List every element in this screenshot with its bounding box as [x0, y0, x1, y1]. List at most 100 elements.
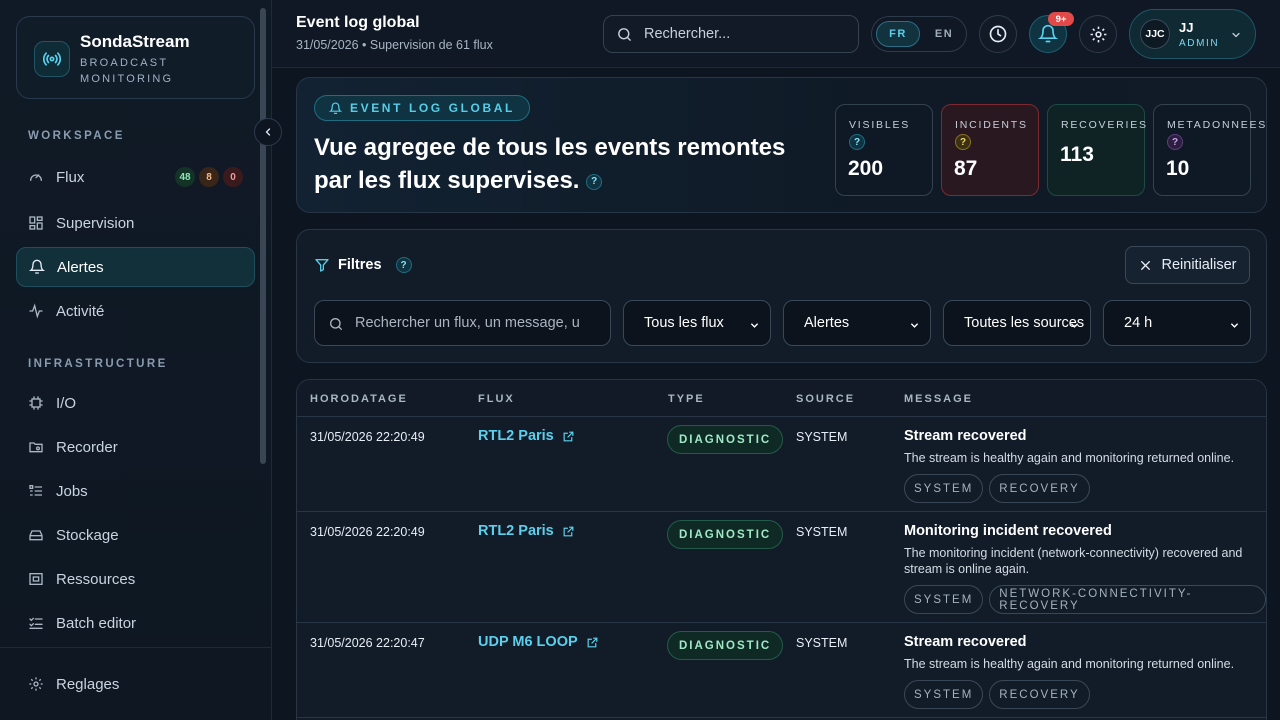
column-header-message[interactable]: MESSAGE	[904, 393, 973, 405]
help-icon[interactable]: ?	[395, 257, 412, 273]
flux-select[interactable]: Tous les flux	[623, 300, 771, 346]
hero-title-text: Vue agregee de tous les events remontes …	[314, 134, 786, 194]
flux-ok-badge: 48	[175, 167, 195, 187]
close-icon	[1140, 260, 1150, 270]
sidebar-item-jobs[interactable]: Jobs	[16, 471, 255, 511]
brand-name: SondaStream	[80, 32, 190, 51]
chevron-down-icon	[909, 319, 920, 335]
sidebar-item-activite[interactable]: Activité	[16, 291, 255, 331]
flux-link[interactable]: RTL2 Paris	[478, 428, 575, 444]
user-menu-button[interactable]: JJC JJ ADMIN	[1129, 9, 1256, 59]
sidebar-item-label: I/O	[56, 394, 77, 412]
message-tags: SYSTEM NETWORK-CONNECTIVITY-RECOVERY	[904, 585, 1266, 614]
sidebar-item-reglages[interactable]: Reglages	[16, 664, 255, 704]
help-icon[interactable]: ?	[1167, 134, 1183, 150]
chevron-down-icon	[749, 319, 760, 335]
flux-link-label: RTL2 Paris	[478, 428, 554, 444]
source-select[interactable]: Toutes les sources	[943, 300, 1091, 346]
list-icon	[28, 483, 44, 499]
sidebar-item-stockage[interactable]: Stockage	[16, 515, 255, 555]
flux-warn-badge: 8	[199, 167, 219, 187]
column-header-flux[interactable]: FLUX	[478, 393, 515, 405]
column-header-source[interactable]: SOURCE	[796, 393, 855, 405]
period-select[interactable]: 24 h	[1103, 300, 1251, 346]
page-subtitle: 31/05/2026 • Supervision de 61 flux	[296, 38, 493, 52]
flux-link-label: RTL2 Paris	[478, 523, 554, 539]
help-icon[interactable]: ?	[586, 173, 603, 190]
sidebar-item-ressources[interactable]: Ressources	[16, 559, 255, 599]
filter-search-input[interactable]: Rechercher un flux, un message, u	[314, 300, 611, 346]
section-title-infrastructure: INFRASTRUCTURE	[28, 358, 168, 370]
sidebar-scrollbar[interactable]	[260, 8, 266, 464]
bell-icon	[1038, 24, 1058, 43]
filter-icon	[315, 259, 329, 272]
stat-value: 113	[1060, 143, 1094, 166]
sidebar-item-recorder[interactable]: Recorder	[16, 427, 255, 467]
table-row[interactable]: 31/05/2026 22:20:47 UDP M6 LOOP DIAGNOST…	[297, 623, 1266, 718]
collapse-sidebar-button[interactable]	[254, 118, 282, 146]
gauge-icon	[28, 169, 44, 185]
reset-filters-button[interactable]: Reinitialiser	[1125, 246, 1250, 284]
lang-en-button[interactable]: EN	[926, 21, 962, 47]
tag-badge: NETWORK-CONNECTIVITY-RECOVERY	[989, 585, 1266, 614]
sidebar-item-label: Stockage	[56, 526, 119, 544]
chip-icon	[28, 395, 44, 411]
reset-label: Reinitialiser	[1161, 257, 1237, 273]
stat-value: 87	[954, 157, 978, 180]
row-source: SYSTEM	[796, 430, 848, 444]
sidebar-item-label: Activité	[56, 302, 105, 320]
sidebar-divider	[0, 647, 271, 648]
sidebar-item-label: Recorder	[56, 438, 118, 456]
sidebar-item-flux[interactable]: Flux 48 8 0	[16, 157, 255, 197]
tag-badge: SYSTEM	[904, 680, 984, 709]
clock-icon	[989, 25, 1007, 43]
page-title: Event log global	[296, 14, 420, 31]
help-icon[interactable]: ?	[955, 134, 971, 150]
events-table: HORODATAGE FLUX TYPE SOURCE MESSAGE 31/0…	[296, 379, 1267, 720]
history-button[interactable]	[979, 15, 1017, 53]
language-switch: FR EN	[871, 16, 967, 52]
avatar: JJC	[1140, 19, 1170, 49]
event-log-pill: EVENT LOG GLOBAL	[314, 95, 530, 121]
row-timestamp: 31/05/2026 22:20:49	[310, 525, 425, 539]
chevron-left-icon	[265, 128, 271, 136]
chevron-down-icon	[1069, 319, 1080, 335]
tag-badge: SYSTEM	[904, 474, 984, 503]
sidebar-item-alertes[interactable]: Alertes	[16, 247, 255, 287]
table-row[interactable]: 31/05/2026 22:20:49 RTL2 Paris DIAGNOSTI…	[297, 417, 1266, 512]
stat-value: 10	[1166, 157, 1190, 180]
drive-icon	[28, 527, 44, 543]
type-select[interactable]: Alertes	[783, 300, 931, 346]
settings-button[interactable]	[1079, 15, 1117, 53]
sidebar-item-io[interactable]: I/O	[16, 383, 255, 423]
sidebar-item-supervision[interactable]: Supervision	[16, 203, 255, 243]
broadcast-icon	[34, 41, 70, 77]
column-header-type[interactable]: TYPE	[668, 393, 705, 405]
stat-label: INCIDENTS	[955, 119, 1028, 131]
tag-badge: RECOVERY	[989, 680, 1090, 709]
message-title: Monitoring incident recovered	[904, 523, 1112, 539]
table-row[interactable]: 31/05/2026 22:20:49 RTL2 Paris DIAGNOSTI…	[297, 512, 1266, 623]
help-icon[interactable]: ?	[849, 134, 865, 150]
filters-panel: Filtres ? Reinitialiser Rechercher un fl…	[296, 229, 1267, 363]
global-search-input[interactable]: Rechercher...	[603, 15, 859, 53]
message-title: Stream recovered	[904, 428, 1027, 444]
stat-metadonnees: METADONNEES ? 10	[1153, 104, 1265, 196]
user-role: ADMIN	[1179, 38, 1220, 49]
type-badge: DIAGNOSTIC	[667, 631, 784, 660]
flux-select-value: Tous les flux	[644, 315, 724, 331]
section-title-workspace: WORKSPACE	[28, 130, 125, 142]
lang-fr-button[interactable]: FR	[876, 21, 920, 47]
stat-label: METADONNEES	[1167, 119, 1268, 131]
message-body: The monitoring incident (network-connect…	[904, 546, 1243, 576]
search-icon	[328, 316, 344, 336]
external-link-icon	[563, 526, 574, 536]
flux-link[interactable]: RTL2 Paris	[478, 523, 575, 539]
brand-card[interactable]: SondaStream BROADCAST MONITORING	[16, 16, 255, 99]
notifications-button[interactable]: 9+	[1029, 12, 1074, 53]
sidebar-item-batch-editor[interactable]: Batch editor	[16, 603, 255, 643]
global-search-placeholder: Rechercher...	[644, 26, 731, 42]
column-header-horodatage[interactable]: HORODATAGE	[310, 393, 408, 405]
flux-link[interactable]: UDP M6 LOOP	[478, 634, 599, 650]
table-header: HORODATAGE FLUX TYPE SOURCE MESSAGE	[297, 380, 1266, 417]
